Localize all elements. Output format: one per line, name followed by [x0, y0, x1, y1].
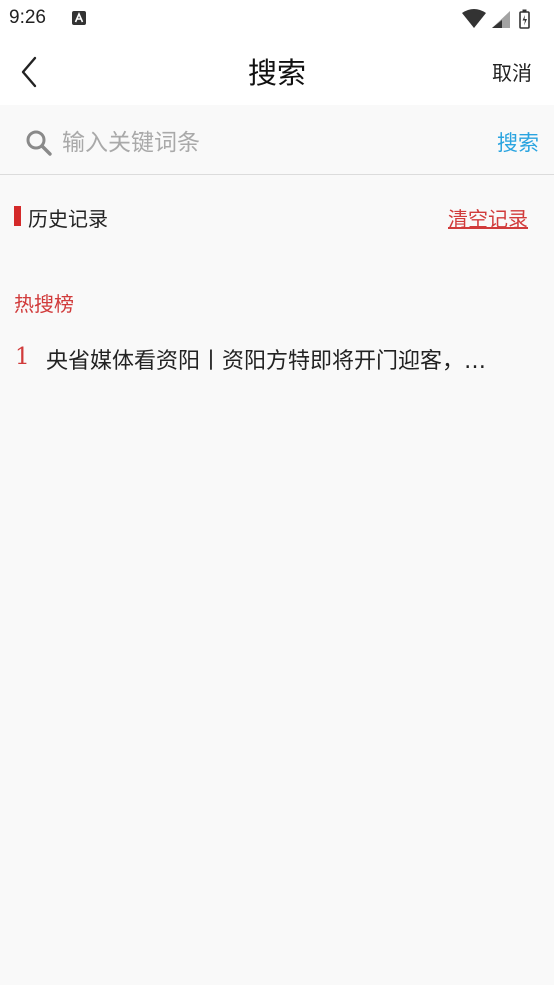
back-button[interactable] — [14, 52, 46, 92]
status-bar: 9:26 — [0, 0, 554, 38]
hot-search-rank: 1 — [15, 344, 30, 370]
cancel-button[interactable]: 取消 — [492, 57, 532, 86]
status-indicators — [462, 9, 530, 29]
navigation-bar: 搜索 取消 — [0, 38, 554, 105]
search-submit-button[interactable]: 搜索 — [497, 127, 539, 157]
hot-search-item[interactable]: 1 央省媒体看资阳丨资阳方特即将开门迎客，… — [0, 336, 554, 382]
chevron-left-icon — [21, 56, 37, 88]
battery-icon — [519, 9, 530, 29]
section-marker — [14, 206, 21, 226]
status-time: 9:26 — [9, 7, 46, 28]
search-icon — [26, 130, 52, 156]
hot-search-title: 热搜榜 — [14, 292, 74, 316]
history-title: 历史记录 — [28, 207, 108, 231]
hot-search-text: 央省媒体看资阳丨资阳方特即将开门迎客，… — [46, 349, 487, 374]
page-title: 搜索 — [247, 56, 306, 90]
search-bar: 搜索 — [0, 105, 554, 175]
clear-history-button[interactable]: 清空记录 — [448, 203, 528, 232]
wifi-icon — [462, 9, 486, 28]
history-section: 历史记录 清空记录 — [0, 175, 554, 259]
search-input[interactable] — [62, 125, 462, 161]
hot-search-list: 1 央省媒体看资阳丨资阳方特即将开门迎客，… — [0, 336, 554, 382]
notification-app-icon — [72, 11, 86, 25]
